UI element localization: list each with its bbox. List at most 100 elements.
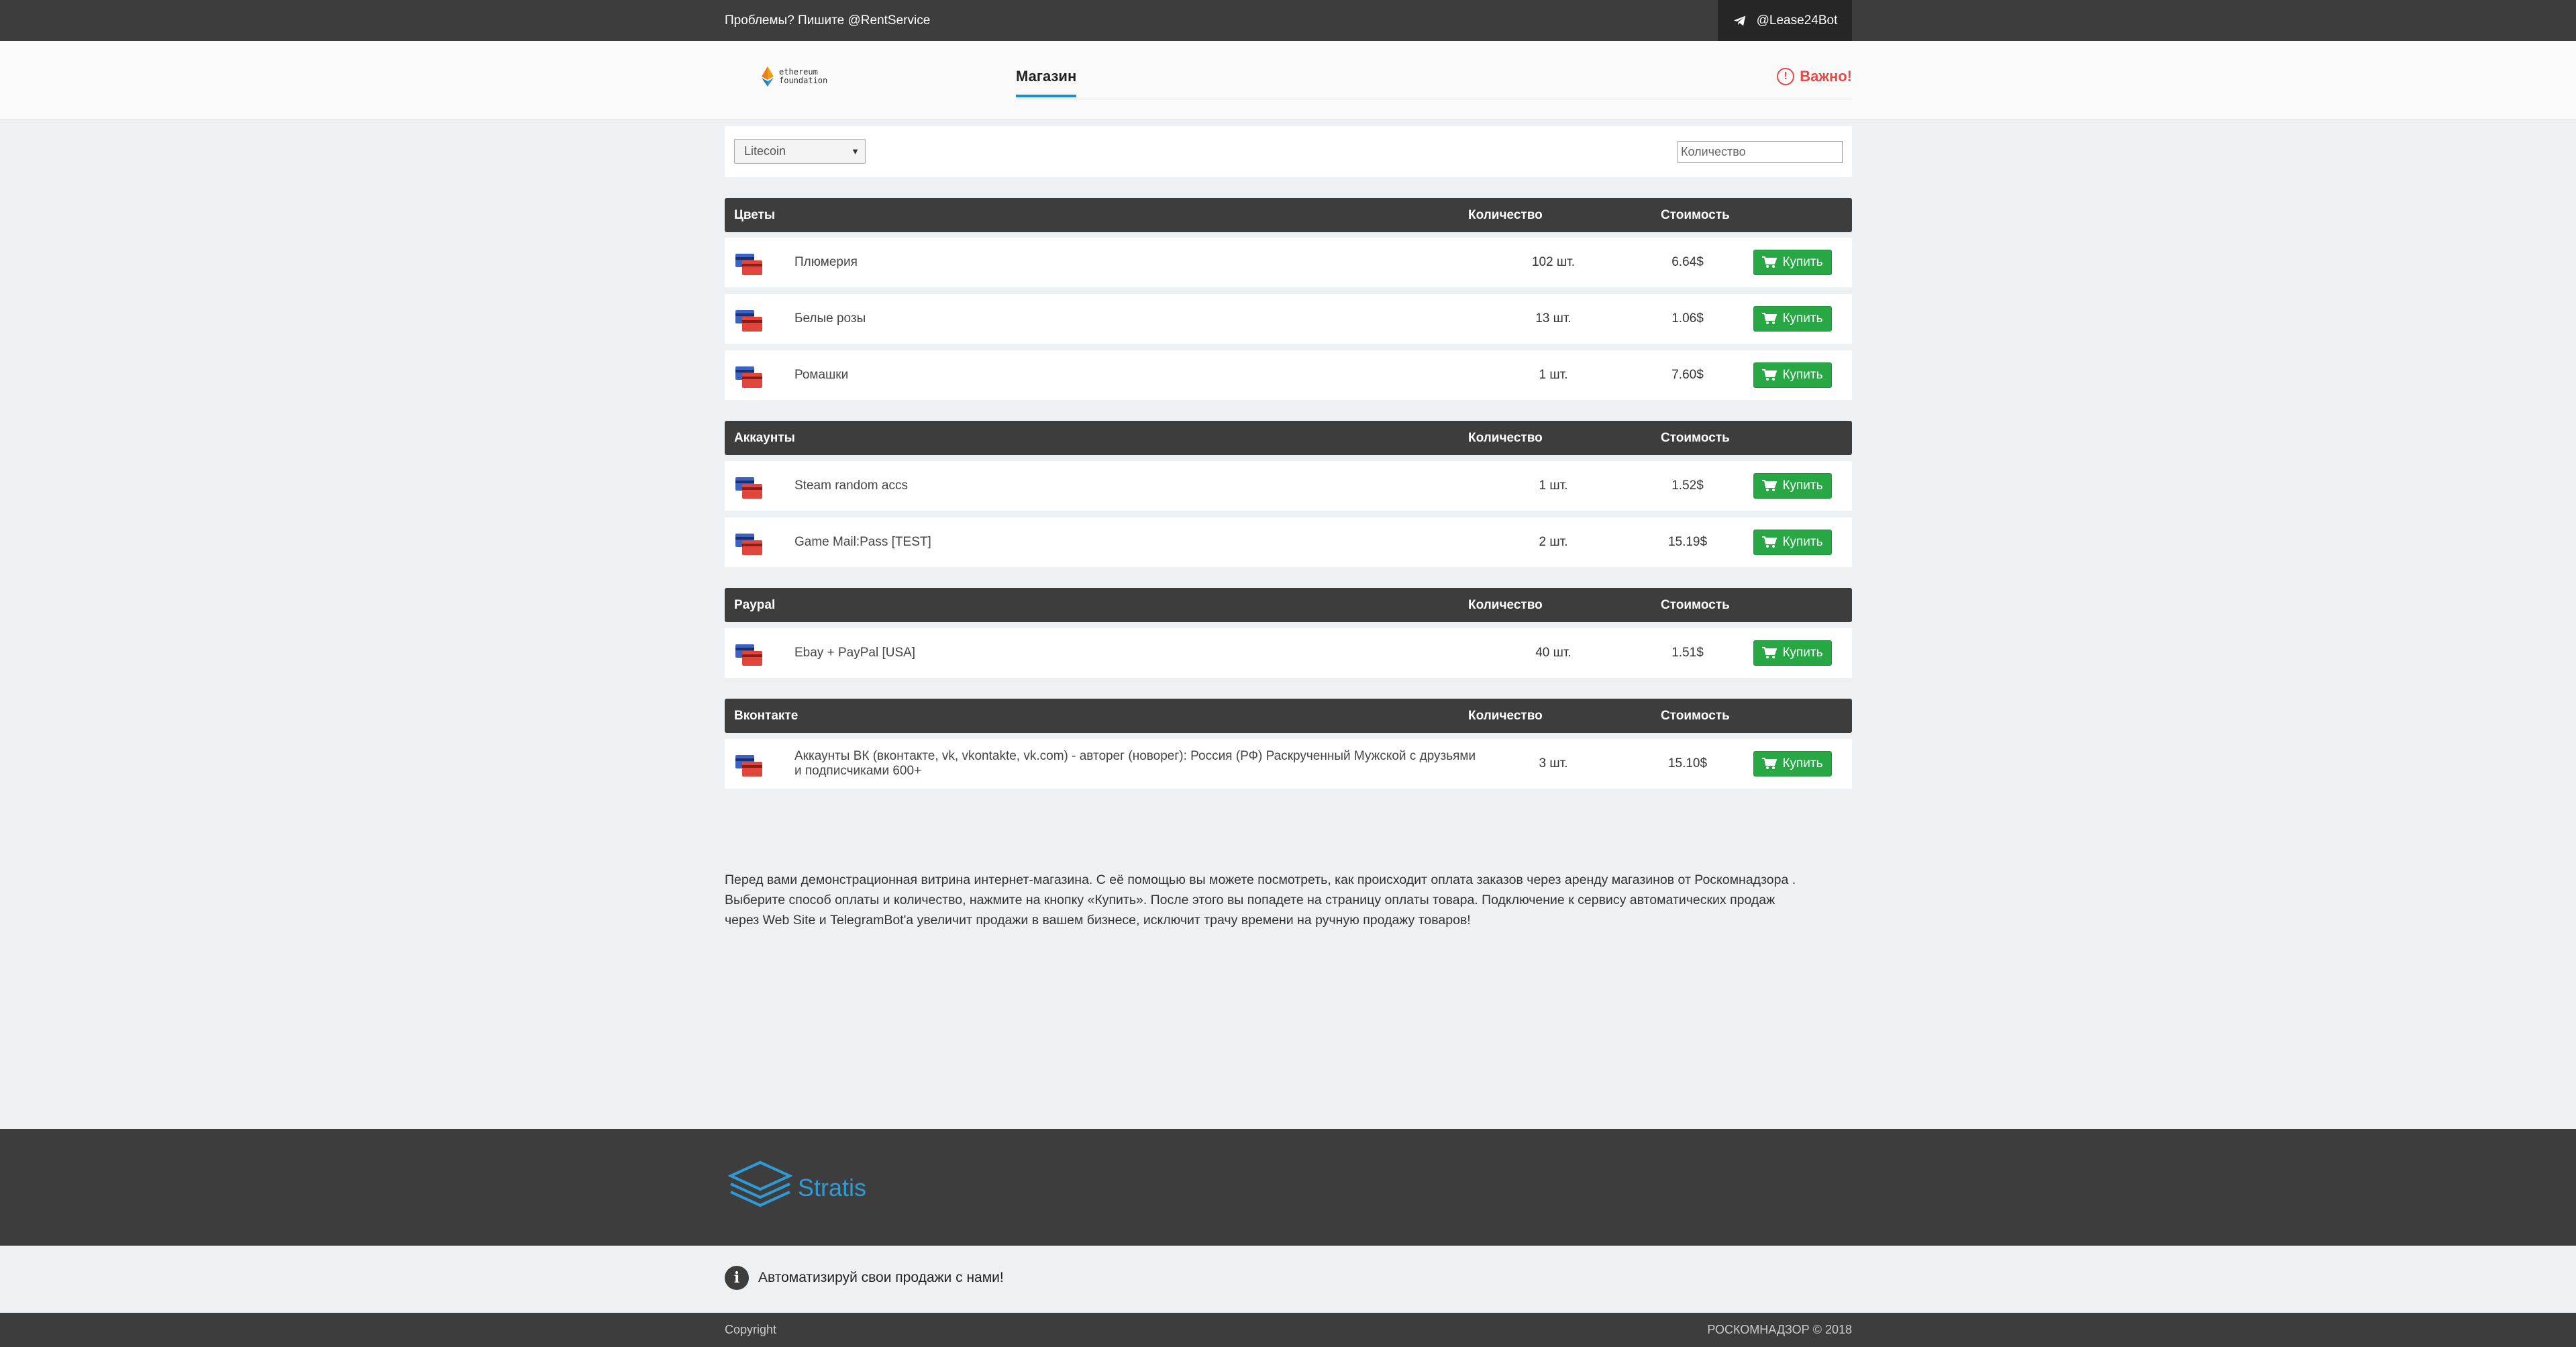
product-quantity: 3 шт. bbox=[1539, 756, 1568, 770]
product-quantity: 1 шт. bbox=[1539, 368, 1568, 382]
column-price: Стоимость bbox=[1661, 208, 1730, 222]
cart-icon bbox=[1762, 536, 1778, 548]
info-icon: i bbox=[725, 1266, 749, 1290]
buy-label: Купить bbox=[1782, 646, 1823, 660]
important-link[interactable]: ! Важно! bbox=[1777, 68, 1852, 85]
buy-button[interactable]: Купить bbox=[1753, 306, 1832, 332]
buy-label: Купить bbox=[1782, 311, 1823, 326]
cart-icon bbox=[1762, 369, 1778, 381]
product-quantity: 2 шт. bbox=[1539, 535, 1568, 549]
product-row: Ebay + PayPal [USA] 40 шт. 1.51$ Купить bbox=[725, 628, 1852, 678]
category-header: Вконтакте Количество Стоимость bbox=[725, 699, 1852, 733]
column-quantity: Количество bbox=[1468, 709, 1543, 723]
support-text: Проблемы? Пишите @RentService bbox=[725, 13, 931, 28]
cart-icon bbox=[1762, 758, 1778, 769]
product-row: Steam random accs 1 шт. 1.52$ Купить bbox=[725, 461, 1852, 511]
buy-label: Купить bbox=[1782, 756, 1823, 770]
category-title: Вконтакте bbox=[734, 709, 798, 723]
product-price: 1.51$ bbox=[1671, 646, 1704, 660]
credit-card-icon bbox=[735, 310, 762, 332]
filter-bar: Litecoin ▼ bbox=[725, 126, 1852, 177]
info-line: i Автоматизируй свои продажи с нами! bbox=[725, 1266, 1004, 1290]
product-quantity: 13 шт. bbox=[1535, 311, 1572, 326]
footer-info: i Автоматизируй свои продажи с нами! bbox=[0, 1246, 2576, 1313]
telegram-bot-link[interactable]: @Lease24Bot bbox=[1718, 0, 1852, 41]
product-price: 15.19$ bbox=[1667, 535, 1708, 549]
category-header: Аккаунты Количество Стоимость bbox=[725, 421, 1852, 455]
stratis-logo[interactable]: Stratis bbox=[728, 1160, 866, 1216]
bot-label: @Lease24Bot bbox=[1756, 13, 1838, 28]
cart-icon bbox=[1762, 256, 1778, 268]
dropdown-arrow-icon: ▼ bbox=[851, 146, 860, 156]
product-row: Аккаунты ВК (вконтакте, vk, vkontakte, v… bbox=[725, 739, 1852, 789]
footer: Stratis bbox=[0, 1129, 2576, 1246]
credit-card-icon bbox=[735, 477, 762, 499]
ethereum-logo[interactable]: ethereum foundation bbox=[762, 66, 827, 87]
stratis-icon bbox=[728, 1160, 792, 1207]
cart-icon bbox=[1762, 313, 1778, 324]
product-price: 6.64$ bbox=[1671, 255, 1704, 269]
warning-icon: ! bbox=[1777, 68, 1795, 85]
currency-selected: Litecoin bbox=[744, 144, 786, 158]
product-price: 15.10$ bbox=[1667, 756, 1708, 770]
shop-description: Перед вами демонстрационная витрина инте… bbox=[725, 872, 1796, 928]
product-quantity: 102 шт. bbox=[1531, 255, 1576, 269]
logo-text: ethereum foundation bbox=[779, 68, 827, 85]
product-name: Game Mail:Pass [TEST] bbox=[794, 535, 931, 549]
telegram-icon bbox=[1733, 15, 1745, 26]
product-row: Ромашки 1 шт. 7.60$ Купить bbox=[725, 350, 1852, 400]
column-price: Стоимость bbox=[1661, 431, 1730, 445]
buy-label: Купить bbox=[1782, 535, 1823, 549]
product-name: Steam random accs bbox=[794, 479, 908, 493]
buy-button[interactable]: Купить bbox=[1753, 530, 1832, 555]
buy-button[interactable]: Купить bbox=[1753, 751, 1832, 777]
product-price: 1.06$ bbox=[1671, 311, 1704, 326]
logo-line2: foundation bbox=[779, 76, 828, 85]
product-price: 1.52$ bbox=[1671, 479, 1704, 493]
buy-button[interactable]: Купить bbox=[1753, 473, 1832, 499]
credit-card-icon bbox=[735, 755, 762, 777]
copyright-text: Copyright bbox=[725, 1323, 777, 1336]
buy-button[interactable]: Купить bbox=[1753, 250, 1832, 275]
buy-button[interactable]: Купить bbox=[1753, 640, 1832, 666]
product-name: Ebay + PayPal [USA] bbox=[794, 646, 916, 660]
product-price: 7.60$ bbox=[1671, 368, 1704, 382]
column-price: Стоимость bbox=[1661, 709, 1730, 723]
column-quantity: Количество bbox=[1468, 431, 1543, 445]
footer-right-text: РОСКОМНАДЗОР © 2018 bbox=[1707, 1323, 1852, 1336]
quantity-input[interactable] bbox=[1678, 141, 1843, 163]
product-name: Ромашки bbox=[794, 368, 849, 382]
product-row: Белые розы 13 шт. 1.06$ Купить bbox=[725, 294, 1852, 344]
category-header: Paypal Количество Стоимость bbox=[725, 588, 1852, 622]
important-label: Важно! bbox=[1800, 68, 1852, 85]
bottom-bar: Copyright РОСКОМНАДЗОР © 2018 bbox=[0, 1313, 2576, 1347]
buy-label: Купить bbox=[1782, 255, 1823, 269]
ethereum-icon bbox=[762, 66, 774, 87]
cart-icon bbox=[1762, 480, 1778, 491]
buy-label: Купить bbox=[1782, 479, 1823, 493]
currency-select[interactable]: Litecoin ▼ bbox=[734, 139, 866, 164]
top-bar: Проблемы? Пишите @RentService @Lease24Bo… bbox=[0, 0, 2576, 41]
category-title: Цветы bbox=[734, 208, 776, 222]
tab-shop[interactable]: Магазин bbox=[1016, 68, 1077, 97]
info-text: Автоматизируй свои продажи с нами! bbox=[758, 1270, 1004, 1285]
column-price: Стоимость bbox=[1661, 598, 1730, 612]
site-header: ethereum foundation Магазин ! Важно! bbox=[0, 41, 2576, 119]
category-title: Paypal bbox=[734, 598, 776, 612]
credit-card-icon bbox=[735, 254, 762, 275]
cart-icon bbox=[1762, 647, 1778, 658]
column-quantity: Количество bbox=[1468, 598, 1543, 612]
category-header: Цветы Количество Стоимость bbox=[725, 198, 1852, 232]
product-row: Game Mail:Pass [TEST] 2 шт. 15.19$ Купит… bbox=[725, 517, 1852, 567]
credit-card-icon bbox=[735, 534, 762, 555]
credit-card-icon bbox=[735, 366, 762, 388]
product-quantity: 1 шт. bbox=[1539, 479, 1568, 493]
buy-button[interactable]: Купить bbox=[1753, 362, 1832, 388]
credit-card-icon bbox=[735, 644, 762, 666]
column-quantity: Количество bbox=[1468, 208, 1543, 222]
stratis-brand: Stratis bbox=[798, 1174, 867, 1201]
product-row: Плюмерия 102 шт. 6.64$ Купить bbox=[725, 238, 1852, 287]
product-name: Белые розы bbox=[794, 311, 866, 326]
category-title: Аккаунты bbox=[734, 431, 795, 445]
buy-label: Купить bbox=[1782, 368, 1823, 382]
